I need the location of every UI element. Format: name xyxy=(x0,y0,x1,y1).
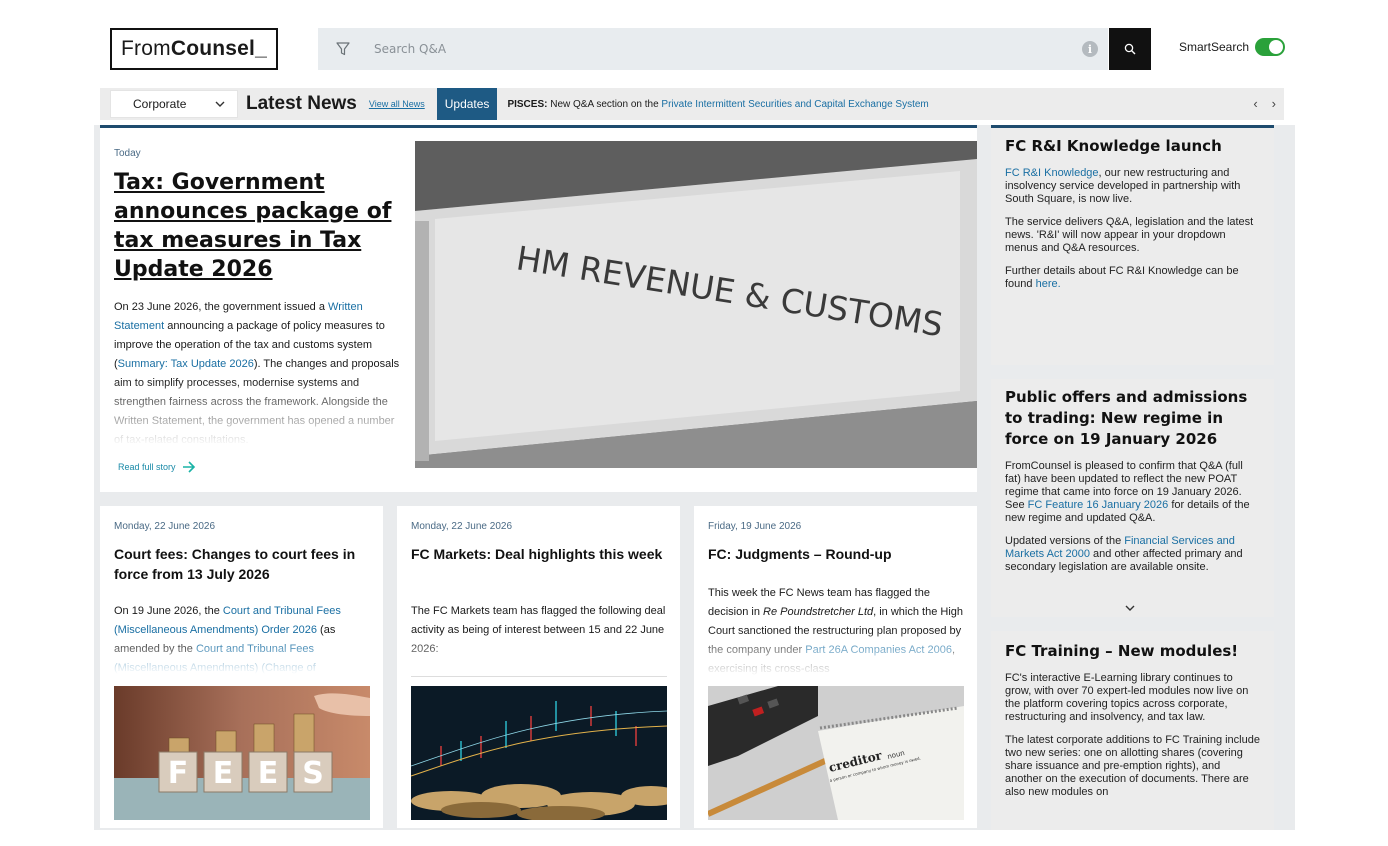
read-full-story-link[interactable]: Read full story xyxy=(118,461,196,473)
panel-title: Public offers and admissions to trading:… xyxy=(1005,388,1248,448)
panel-title: FC Training – New modules! xyxy=(1005,642,1239,660)
filter-icon[interactable] xyxy=(318,42,368,56)
story-card: Friday, 19 June 2026 FC: Judgments – Rou… xyxy=(694,506,977,828)
panel-text: Updated versions of the xyxy=(1005,535,1125,547)
feature-title-link[interactable]: Tax: Government announces package of tax… xyxy=(114,168,400,284)
search-bar: i xyxy=(318,28,1108,70)
read-full-story-label: Read full story xyxy=(118,462,176,472)
card-title-link[interactable]: FC: Judgments – Round-up xyxy=(708,544,966,564)
panel-paragraph: FromCounsel is pleased to confirm that Q… xyxy=(1005,460,1260,525)
feature-summary: On 23 June 2026, the government issued a… xyxy=(114,298,402,446)
smartsearch-toggle[interactable] xyxy=(1255,38,1286,56)
search-button[interactable] xyxy=(1109,28,1151,70)
info-icon[interactable]: i xyxy=(1082,41,1098,57)
updates-tab[interactable]: Updates xyxy=(436,88,498,120)
feature-date: Today xyxy=(114,148,141,159)
panel-paragraph: The service delivers Q&A, legislation an… xyxy=(1005,216,1254,254)
card-summary: On 19 June 2026, the Court and Tribunal … xyxy=(114,602,370,674)
card-summary: This week the FC News team has flagged t… xyxy=(708,584,964,676)
ticker-arrows: ‹ › xyxy=(1253,96,1276,111)
news-ticker: PISCES: New Q&A section on the Private I… xyxy=(507,99,928,110)
card-date: Monday, 22 June 2026 xyxy=(411,521,513,532)
latest-news-heading: Latest News xyxy=(246,93,357,114)
here-link[interactable]: here. xyxy=(1036,278,1061,290)
panel-paragraph: FC's interactive E-Learning library cont… xyxy=(1005,672,1249,723)
smartsearch-label: SmartSearch xyxy=(1179,40,1250,54)
feature-text: ). The changes and proposals aim to simp… xyxy=(114,358,400,446)
fromcounsel-logo[interactable]: From Counsel_ xyxy=(110,28,278,70)
fees-letter: E xyxy=(258,756,279,791)
search-icon xyxy=(1124,43,1136,55)
search-input[interactable] xyxy=(368,42,1082,56)
fees-letter: S xyxy=(302,756,324,791)
part-26a-link[interactable]: Part 26A Companies Act 2006 xyxy=(805,644,952,656)
market-chart-image[interactable] xyxy=(411,686,667,820)
fc-feature-link[interactable]: FC Feature 16 January 2026 xyxy=(1028,499,1169,511)
news-strip: Corporate Latest News View all News Upda… xyxy=(100,88,1284,120)
story-card: Monday, 22 June 2026 Court fees: Changes… xyxy=(100,506,383,828)
feature-text: On 23 June 2026, the government issued a xyxy=(114,301,329,313)
logo-text-light: From xyxy=(121,37,171,60)
card-date: Monday, 22 June 2026 xyxy=(114,521,216,532)
practice-area-select[interactable]: Corporate xyxy=(110,90,238,118)
ticker-link[interactable]: Private Intermittent Securities and Capi… xyxy=(661,99,928,110)
view-all-news-link[interactable]: View all News xyxy=(369,99,425,109)
expand-chevron-icon[interactable] xyxy=(1125,604,1135,615)
fees-letter: E xyxy=(213,756,234,791)
chevron-right-icon[interactable]: › xyxy=(1272,96,1276,111)
sidebar-panel-training: FC Training – New modules! FC's interact… xyxy=(991,631,1274,830)
hmrc-building-image[interactable]: HM REVENUE & CUSTOMS xyxy=(415,141,977,468)
panel-paragraph: Updated versions of the Financial Servic… xyxy=(1005,535,1260,574)
card-date: Friday, 19 June 2026 xyxy=(708,521,802,532)
ri-knowledge-link[interactable]: FC R&I Knowledge xyxy=(1005,167,1099,179)
case-name: Re Poundstretcher Ltd xyxy=(763,606,874,618)
card-title-link[interactable]: Court fees: Changes to court fees in for… xyxy=(114,544,372,584)
creditor-notebook-image[interactable]: creditor noun a person or company to who… xyxy=(708,686,964,820)
ticker-bold: PISCES: xyxy=(507,98,548,110)
card-title-link[interactable]: FC Markets: Deal highlights this week xyxy=(411,544,669,564)
panel-title: FC R&I Knowledge launch xyxy=(1005,137,1222,155)
story-card: Monday, 22 June 2026 FC Markets: Deal hi… xyxy=(397,506,680,828)
divider xyxy=(411,676,667,677)
sidebar-panel-ri-knowledge: FC R&I Knowledge launch FC R&I Knowledge… xyxy=(991,125,1274,365)
sidebar-panel-poat: Public offers and admissions to trading:… xyxy=(991,379,1274,617)
smartsearch-control: SmartSearch xyxy=(1179,38,1286,56)
chevron-left-icon[interactable]: ‹ xyxy=(1253,96,1257,111)
card-text: The FC Markets team has flagged the foll… xyxy=(411,605,666,655)
fees-letter: F xyxy=(168,756,189,791)
chevron-down-icon xyxy=(215,101,225,107)
ticker-text: New Q&A section on the xyxy=(547,98,662,110)
fees-image[interactable]: F E E S xyxy=(114,686,370,820)
practice-area-value: Corporate xyxy=(133,97,187,111)
panel-paragraph: FC R&I Knowledge, our new restructuring … xyxy=(1005,167,1260,206)
logo-text-bold: Counsel_ xyxy=(170,37,267,60)
panel-paragraph: The latest corporate additions to FC Tra… xyxy=(1005,734,1260,798)
card-text: On 19 June 2026, the xyxy=(114,605,223,617)
arrow-right-icon xyxy=(182,461,195,473)
card-summary: The FC Markets team has flagged the foll… xyxy=(411,602,667,674)
panel-paragraph: Further details about FC R&I Knowledge c… xyxy=(1005,265,1260,291)
tax-update-summary-link[interactable]: Summary: Tax Update 2026 xyxy=(118,358,254,370)
